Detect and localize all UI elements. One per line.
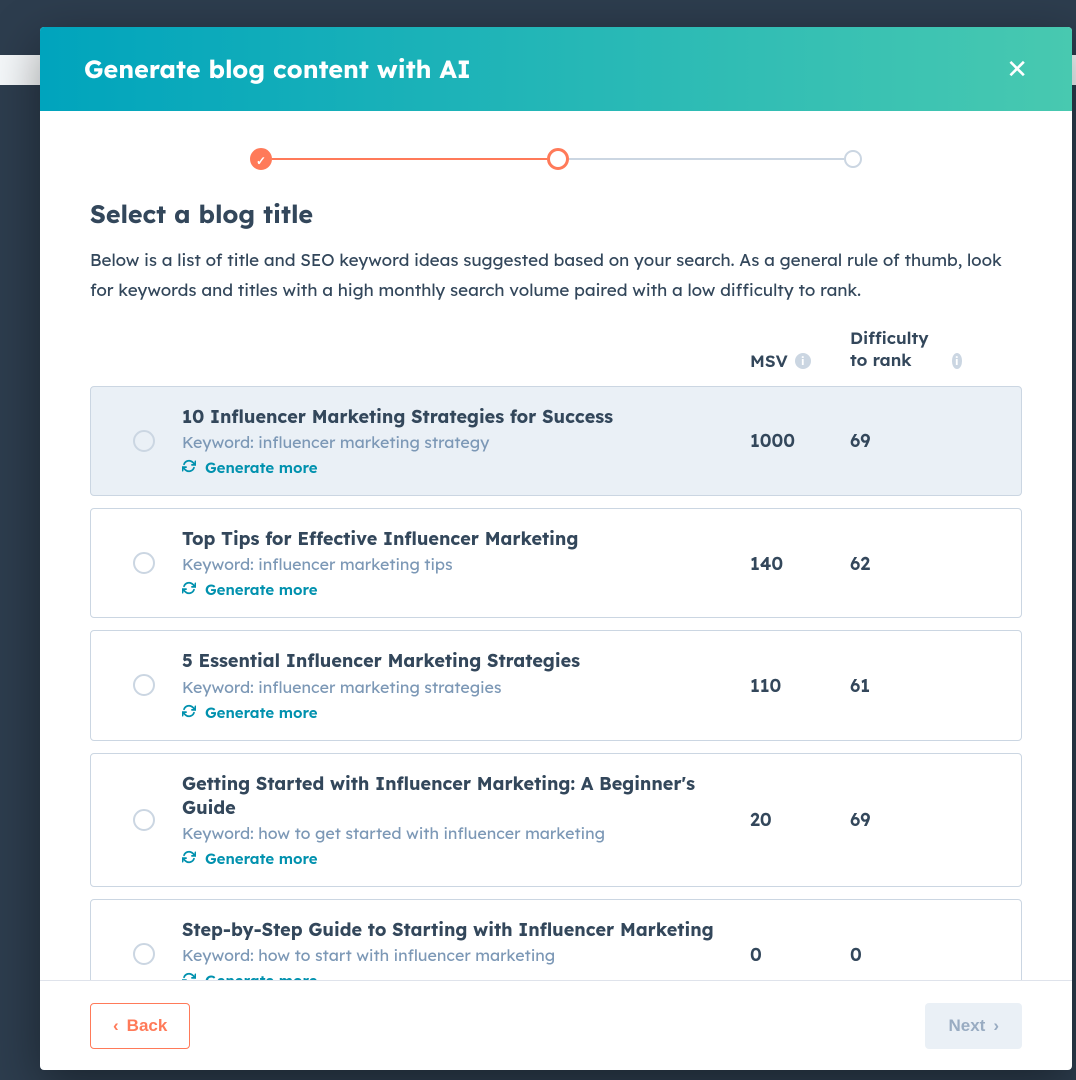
refresh-icon bbox=[182, 703, 196, 722]
title-options-list: 10 Influencer Marketing Strategies for S… bbox=[90, 386, 1022, 980]
generate-more-button[interactable]: Generate more bbox=[182, 703, 750, 722]
difficulty-value: 62 bbox=[850, 552, 930, 575]
title-option-row[interactable]: 5 Essential Influencer Marketing Strateg… bbox=[90, 630, 1022, 740]
step-3-future bbox=[844, 150, 862, 168]
step-2-current bbox=[547, 148, 569, 170]
modal-title: Generate blog content with AI bbox=[84, 54, 471, 85]
generate-more-button[interactable]: Generate more bbox=[182, 580, 750, 599]
msv-value: 110 bbox=[750, 674, 850, 697]
next-button-label: Next bbox=[948, 1016, 985, 1036]
chevron-left-icon: ‹ bbox=[113, 1017, 119, 1034]
option-keyword: Keyword: influencer marketing tips bbox=[182, 554, 750, 574]
option-title: Step-by-Step Guide to Starting with Infl… bbox=[182, 918, 750, 942]
title-option-row[interactable]: Top Tips for Effective Influencer Market… bbox=[90, 508, 1022, 618]
table-headers: MSV i Difficulty to rank i bbox=[90, 328, 1022, 372]
option-title: 10 Influencer Marketing Strategies for S… bbox=[182, 405, 750, 429]
refresh-icon bbox=[182, 971, 196, 980]
row-content: 10 Influencer Marketing Strategies for S… bbox=[182, 405, 750, 477]
chevron-right-icon: › bbox=[993, 1017, 999, 1034]
radio-button[interactable] bbox=[133, 430, 155, 452]
difficulty-value: 69 bbox=[850, 808, 930, 831]
generate-more-label: Generate more bbox=[205, 703, 318, 722]
refresh-icon bbox=[182, 849, 196, 868]
page-title: Select a blog title bbox=[90, 199, 1022, 230]
header-msv: MSV i bbox=[750, 328, 850, 372]
page-description: Below is a list of title and SEO keyword… bbox=[90, 246, 1022, 306]
option-title: Top Tips for Effective Influencer Market… bbox=[182, 527, 750, 551]
radio-button[interactable] bbox=[133, 552, 155, 574]
step-line-2 bbox=[569, 158, 844, 160]
generate-more-label: Generate more bbox=[205, 971, 318, 980]
modal-dialog: Generate blog content with AI ✕ Select a… bbox=[40, 27, 1072, 1070]
refresh-icon bbox=[182, 458, 196, 477]
option-title: Getting Started with Influencer Marketin… bbox=[182, 772, 750, 821]
msv-value: 1000 bbox=[750, 429, 850, 452]
option-keyword: Keyword: how to get started with influen… bbox=[182, 823, 750, 843]
msv-value: 140 bbox=[750, 552, 850, 575]
msv-value: 0 bbox=[750, 943, 850, 966]
row-content: Getting Started with Influencer Marketin… bbox=[182, 772, 750, 869]
stepper bbox=[90, 147, 1022, 171]
close-icon[interactable]: ✕ bbox=[1006, 56, 1028, 82]
generate-more-button[interactable]: Generate more bbox=[182, 849, 750, 868]
title-option-row[interactable]: Step-by-Step Guide to Starting with Infl… bbox=[90, 899, 1022, 980]
row-content: Top Tips for Effective Influencer Market… bbox=[182, 527, 750, 599]
generate-more-label: Generate more bbox=[205, 580, 318, 599]
next-button[interactable]: Next › bbox=[925, 1003, 1022, 1049]
radio-button[interactable] bbox=[133, 809, 155, 831]
modal-body: Select a blog title Below is a list of t… bbox=[40, 111, 1072, 980]
title-option-row[interactable]: 10 Influencer Marketing Strategies for S… bbox=[90, 386, 1022, 496]
header-difficulty-label: Difficulty to rank bbox=[850, 328, 945, 372]
generate-more-button[interactable]: Generate more bbox=[182, 458, 750, 477]
refresh-icon bbox=[182, 580, 196, 599]
generate-more-label: Generate more bbox=[205, 849, 318, 868]
msv-value: 20 bbox=[750, 808, 850, 831]
option-keyword: Keyword: influencer marketing strategies bbox=[182, 677, 750, 697]
radio-button[interactable] bbox=[133, 674, 155, 696]
title-option-row[interactable]: Getting Started with Influencer Marketin… bbox=[90, 753, 1022, 888]
generate-more-label: Generate more bbox=[205, 458, 318, 477]
step-1-done bbox=[250, 148, 272, 170]
back-button-label: Back bbox=[127, 1016, 168, 1036]
radio-button[interactable] bbox=[133, 943, 155, 965]
row-content: 5 Essential Influencer Marketing Strateg… bbox=[182, 649, 750, 721]
difficulty-value: 61 bbox=[850, 674, 930, 697]
modal-footer: ‹ Back Next › bbox=[40, 980, 1072, 1070]
generate-more-button[interactable]: Generate more bbox=[182, 971, 750, 980]
step-line-1 bbox=[272, 158, 547, 160]
option-keyword: Keyword: how to start with influencer ma… bbox=[182, 945, 750, 965]
difficulty-value: 0 bbox=[850, 943, 930, 966]
header-difficulty: Difficulty to rank i bbox=[850, 328, 962, 372]
back-button[interactable]: ‹ Back bbox=[90, 1003, 190, 1049]
info-icon[interactable]: i bbox=[952, 353, 962, 369]
info-icon[interactable]: i bbox=[795, 353, 811, 369]
option-keyword: Keyword: influencer marketing strategy bbox=[182, 432, 750, 452]
header-spacer bbox=[90, 328, 750, 372]
difficulty-value: 69 bbox=[850, 429, 930, 452]
option-title: 5 Essential Influencer Marketing Strateg… bbox=[182, 649, 750, 673]
row-content: Step-by-Step Guide to Starting with Infl… bbox=[182, 918, 750, 980]
check-icon bbox=[256, 149, 266, 169]
header-msv-label: MSV bbox=[750, 351, 788, 372]
modal-header: Generate blog content with AI ✕ bbox=[40, 27, 1072, 111]
